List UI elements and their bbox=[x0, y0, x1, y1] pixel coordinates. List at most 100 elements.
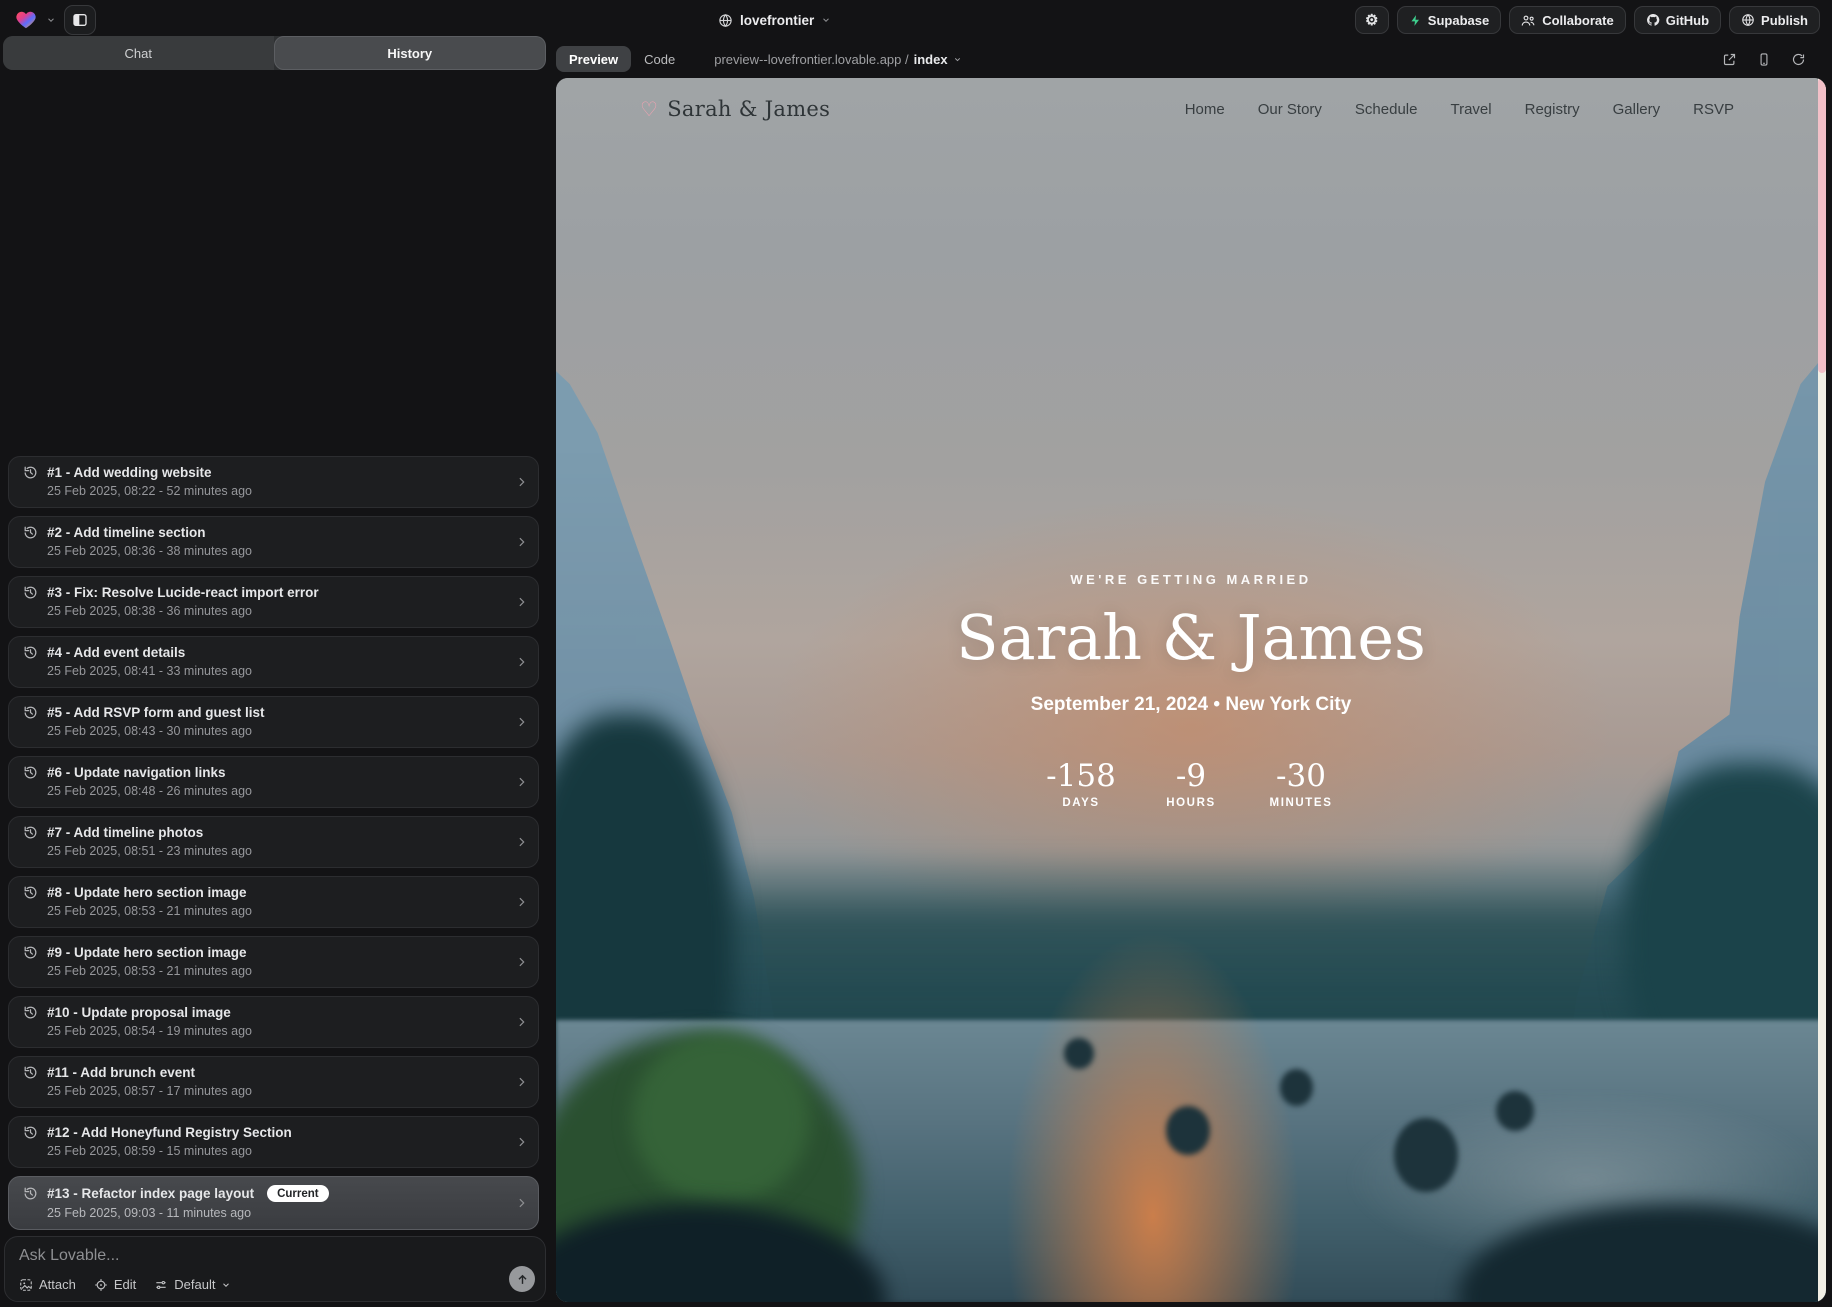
history-icon bbox=[23, 765, 38, 780]
mode-select[interactable]: Default bbox=[154, 1277, 231, 1292]
github-icon bbox=[1646, 13, 1660, 27]
ask-lovable-input[interactable] bbox=[19, 1247, 439, 1265]
chevron-right-icon bbox=[515, 836, 528, 849]
lovable-app-window: lovefrontier ⚙ Supabase Collaborate GitH… bbox=[0, 0, 1832, 1307]
history-item[interactable]: #5 - Add RSVP form and guest list 25 Feb… bbox=[8, 696, 539, 748]
history-item[interactable]: #1 - Add wedding website 25 Feb 2025, 08… bbox=[8, 456, 539, 508]
send-button[interactable] bbox=[509, 1266, 535, 1292]
history-icon bbox=[23, 1005, 38, 1020]
history-list: #1 - Add wedding website 25 Feb 2025, 08… bbox=[8, 82, 539, 1230]
attach-button[interactable]: Attach bbox=[19, 1277, 76, 1292]
chevron-right-icon bbox=[515, 776, 528, 789]
collaborate-people-icon bbox=[1521, 14, 1536, 27]
chevron-right-icon bbox=[515, 956, 528, 969]
url-chevron-icon bbox=[953, 55, 962, 64]
chevron-right-icon bbox=[515, 596, 528, 609]
countdown-value: -158 bbox=[1046, 758, 1116, 794]
preview-toolbar: Preview Code preview--lovefrontier.lovab… bbox=[556, 44, 1826, 74]
history-item[interactable]: #10 - Update proposal image 25 Feb 2025,… bbox=[8, 996, 539, 1048]
chevron-right-icon bbox=[515, 1197, 528, 1210]
history-item[interactable]: #12 - Add Honeyfund Registry Section 25 … bbox=[8, 1116, 539, 1168]
project-selector[interactable]: lovefrontier bbox=[718, 0, 831, 40]
history-item[interactable]: #4 - Add event details 25 Feb 2025, 08:4… bbox=[8, 636, 539, 688]
supabase-button[interactable]: Supabase bbox=[1397, 6, 1501, 34]
hero-title: Sarah & James bbox=[956, 601, 1426, 674]
refresh-icon[interactable] bbox=[1791, 52, 1806, 67]
heart-icon: ♡ bbox=[640, 97, 658, 121]
countdown-column: -30 MINUTES bbox=[1264, 758, 1338, 809]
publish-button[interactable]: Publish bbox=[1729, 6, 1820, 34]
history-icon bbox=[23, 465, 38, 480]
settings-button[interactable]: ⚙ bbox=[1355, 6, 1389, 34]
site-nav-links: Home Our Story Schedule Travel Registry Galle… bbox=[1185, 101, 1734, 118]
mode-chevron-icon bbox=[221, 1280, 231, 1290]
history-item[interactable]: #11 - Add brunch event 25 Feb 2025, 08:5… bbox=[8, 1056, 539, 1108]
site-scrollbar-thumb[interactable] bbox=[1818, 78, 1826, 373]
history-icon bbox=[23, 1186, 38, 1201]
site-nav-link[interactable]: Gallery bbox=[1613, 101, 1661, 118]
edit-button[interactable]: Edit bbox=[94, 1277, 136, 1292]
gear-icon: ⚙ bbox=[1365, 11, 1378, 29]
history-item[interactable]: #13 - Refactor index page layout Current… bbox=[8, 1176, 539, 1230]
chevron-right-icon bbox=[515, 1076, 528, 1089]
supabase-bolt-icon bbox=[1409, 14, 1422, 27]
chevron-right-icon bbox=[515, 656, 528, 669]
chevron-right-icon bbox=[515, 716, 528, 729]
countdown-column: -158 DAYS bbox=[1044, 758, 1118, 809]
tab-history[interactable]: History bbox=[274, 36, 547, 70]
site-scrollbar[interactable] bbox=[1818, 78, 1826, 1302]
site-logo[interactable]: ♡ Sarah & James bbox=[640, 97, 830, 121]
site-nav-link[interactable]: Home bbox=[1185, 101, 1225, 118]
toggle-sidebar-button[interactable] bbox=[64, 5, 96, 35]
chat-composer: Attach Edit Default bbox=[4, 1236, 546, 1302]
logo-menu-chevron-icon[interactable] bbox=[46, 15, 56, 25]
site-nav-link[interactable]: Travel bbox=[1450, 101, 1491, 118]
tab-code[interactable]: Code bbox=[631, 46, 688, 72]
chevron-right-icon bbox=[515, 1136, 528, 1149]
chevron-right-icon bbox=[515, 896, 528, 909]
history-item[interactable]: #2 - Add timeline section 25 Feb 2025, 0… bbox=[8, 516, 539, 568]
site-nav-link[interactable]: Schedule bbox=[1355, 101, 1418, 118]
tab-chat[interactable]: Chat bbox=[3, 36, 274, 70]
collaborate-button[interactable]: Collaborate bbox=[1509, 6, 1626, 34]
countdown-value: -30 bbox=[1276, 758, 1326, 794]
hero-eyebrow: WE'RE GETTING MARRIED bbox=[1070, 572, 1311, 587]
site-preview-viewport: ♡ Sarah & James Home Our Story Schedule Tra… bbox=[556, 78, 1826, 1302]
hero-section: WE'RE GETTING MARRIED Sarah & James Sept… bbox=[556, 572, 1826, 809]
countdown-label: DAYS bbox=[1062, 797, 1099, 809]
site-nav-link[interactable]: RSVP bbox=[1693, 101, 1734, 118]
history-item[interactable]: #7 - Add timeline photos 25 Feb 2025, 08… bbox=[8, 816, 539, 868]
history-icon bbox=[23, 1065, 38, 1080]
hero-date: September 21, 2024 • New York City bbox=[1031, 694, 1352, 716]
current-badge: Current bbox=[267, 1185, 329, 1202]
countdown-value: -9 bbox=[1176, 758, 1206, 794]
open-external-icon[interactable] bbox=[1722, 52, 1737, 67]
arrow-up-icon bbox=[516, 1273, 529, 1286]
history-item[interactable]: #8 - Update hero section image 25 Feb 20… bbox=[8, 876, 539, 928]
history-icon bbox=[23, 885, 38, 900]
history-item[interactable]: #9 - Update hero section image 25 Feb 20… bbox=[8, 936, 539, 988]
history-icon bbox=[23, 825, 38, 840]
lovable-logo-icon[interactable] bbox=[14, 8, 38, 32]
attach-image-icon bbox=[19, 1278, 33, 1292]
history-item[interactable]: #3 - Fix: Resolve Lucide-react import er… bbox=[8, 576, 539, 628]
history-icon bbox=[23, 585, 38, 600]
mobile-view-icon[interactable] bbox=[1757, 52, 1771, 67]
github-button[interactable]: GitHub bbox=[1634, 6, 1721, 34]
history-item[interactable]: #6 - Update navigation links 25 Feb 2025… bbox=[8, 756, 539, 808]
history-icon bbox=[23, 945, 38, 960]
tab-preview[interactable]: Preview bbox=[556, 46, 631, 72]
countdown-label: HOURS bbox=[1166, 797, 1216, 809]
chevron-right-icon bbox=[515, 476, 528, 489]
site-nav-link[interactable]: Registry bbox=[1525, 101, 1580, 118]
top-bar: lovefrontier ⚙ Supabase Collaborate GitH… bbox=[0, 0, 1832, 40]
preview-url[interactable]: preview--lovefrontier.lovable.app / inde… bbox=[714, 52, 961, 67]
history-icon bbox=[23, 705, 38, 720]
countdown-label: MINUTES bbox=[1270, 797, 1333, 809]
countdown-column: -9 HOURS bbox=[1154, 758, 1228, 809]
project-globe-icon bbox=[718, 13, 733, 28]
history-icon bbox=[23, 525, 38, 540]
sidebar-tab-bar: Chat History bbox=[3, 36, 546, 70]
site-nav-link[interactable]: Our Story bbox=[1258, 101, 1322, 118]
publish-globe-icon bbox=[1741, 13, 1755, 27]
